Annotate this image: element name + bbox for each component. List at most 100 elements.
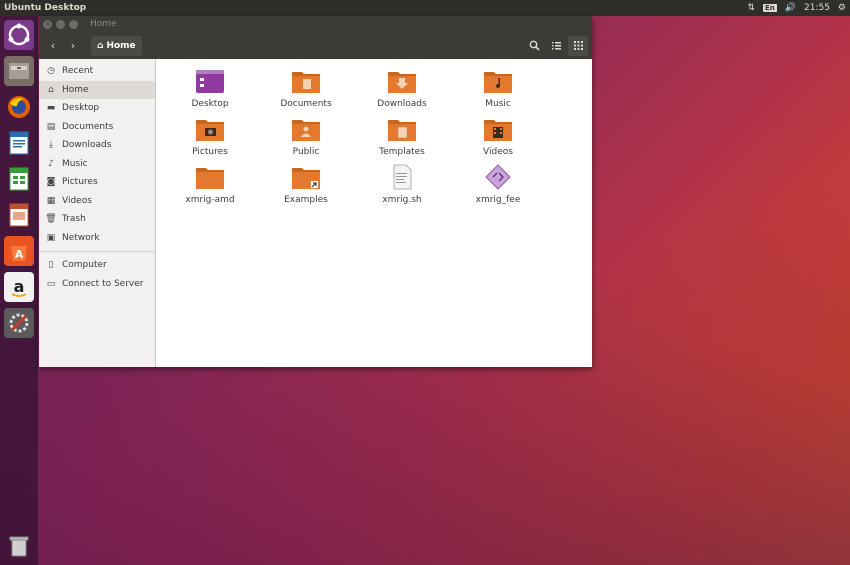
file-label: Downloads (377, 99, 427, 109)
sidebar-item-computer[interactable]: ▯ Computer (39, 256, 155, 275)
file-item-public[interactable]: Public (266, 116, 346, 157)
path-home-button[interactable]: ⌂ Home (91, 35, 142, 56)
document-icon: ▤ (46, 121, 56, 132)
sidebar-item-home[interactable]: ⌂ Home (39, 80, 155, 99)
file-label: Documents (280, 99, 332, 109)
computer-icon: ▯ (48, 260, 54, 271)
file-label: xmrig_fee (475, 195, 521, 205)
camera-icon: ◙ (46, 177, 56, 188)
folder-icon (196, 168, 224, 189)
impress-icon[interactable] (4, 200, 34, 230)
server-icon: ▭ (46, 278, 56, 289)
forward-button[interactable]: › (63, 36, 83, 56)
minimize-icon[interactable] (56, 19, 65, 29)
clock[interactable]: 21:55 (804, 3, 830, 13)
path-label: Home (106, 40, 136, 51)
sidebar-item-music[interactable]: ♪ Music (39, 155, 155, 174)
videos-folder-icon (484, 120, 512, 141)
file-item-xmrig-amd[interactable]: xmrig-amd (170, 164, 250, 205)
amazon-icon[interactable]: a (4, 272, 34, 302)
sidebar-item-pictures[interactable]: ◙ Pictures (39, 173, 155, 192)
sidebar-item-recent[interactable]: ◷ Recent (39, 62, 155, 81)
maximize-icon[interactable] (69, 19, 78, 29)
sidebar-item-label: Recent (62, 66, 94, 77)
close-icon[interactable]: × (43, 19, 52, 29)
top-panel-title: Ubuntu Desktop (4, 3, 87, 13)
file-manager-window: × Home ‹ › ⌂ Home ◷ Recent ⌂ Home ▬ Desktop… (39, 16, 592, 367)
sidebar-separator (39, 251, 155, 252)
file-item-videos[interactable]: Videos (458, 116, 538, 157)
calc-icon[interactable] (4, 164, 34, 194)
video-icon: ▦ (46, 195, 56, 206)
toolbar: ‹ › ⌂ Home (39, 32, 592, 60)
list-view-icon (551, 42, 561, 50)
sidebar-item-label: Trash (62, 214, 86, 225)
file-item-desktop[interactable]: Desktop (170, 68, 250, 109)
sidebar-item-label: Documents (62, 121, 114, 132)
writer-icon[interactable] (4, 128, 34, 158)
home-icon: ⌂ (48, 84, 54, 95)
file-item-music[interactable]: Music (458, 68, 538, 109)
gear-icon[interactable]: ⚙ (838, 3, 846, 13)
sidebar-item-label: Pictures (62, 177, 98, 188)
file-label: Videos (483, 147, 513, 157)
places-sidebar: ◷ Recent ⌂ Home ▬ Desktop ▤ Documents ⤓ Downl… (39, 59, 156, 367)
file-item-templates[interactable]: Templates (362, 116, 442, 157)
file-label: Examples (284, 195, 328, 205)
file-label: Templates (379, 147, 425, 157)
sidebar-item-desktop[interactable]: ▬ Desktop (39, 99, 155, 118)
dash-icon[interactable] (4, 20, 34, 50)
sidebar-item-label: Connect to Server (62, 278, 144, 289)
file-label: Music (485, 99, 511, 109)
search-button[interactable] (524, 36, 544, 56)
list-view-button[interactable] (546, 36, 566, 56)
file-item-downloads[interactable]: Downloads (362, 68, 442, 109)
system-settings-icon[interactable] (4, 308, 34, 338)
keyboard-layout-indicator[interactable]: En (763, 4, 777, 12)
public-folder-icon (292, 120, 320, 141)
file-item-xmrig-fee[interactable]: xmrig_fee (458, 164, 538, 205)
music-folder-icon (484, 72, 512, 93)
sidebar-item-trash[interactable]: 🗑 Trash (39, 210, 155, 229)
sidebar-item-videos[interactable]: ▦ Videos (39, 192, 155, 211)
launcher: A a (0, 16, 38, 565)
back-button[interactable]: ‹ (43, 36, 63, 56)
home-icon: ⌂ (97, 40, 104, 51)
top-panel: Ubuntu Desktop ⇅ En 🔊 21:55 ⚙ (0, 0, 850, 16)
file-item-documents[interactable]: Documents (266, 68, 346, 109)
music-icon: ♪ (48, 158, 54, 169)
sidebar-item-label: Computer (62, 260, 107, 271)
window-title: Home (90, 19, 117, 29)
sidebar-item-downloads[interactable]: ⤓ Downloads (39, 136, 155, 155)
sidebar-item-connect-to-server[interactable]: ▭ Connect to Server (39, 275, 155, 294)
clock-icon: ◷ (47, 66, 55, 77)
file-item-pictures[interactable]: Pictures (170, 116, 250, 157)
files-icon[interactable] (4, 56, 34, 86)
grid-view-button[interactable] (568, 35, 588, 56)
file-item-xmrig-sh[interactable]: xmrig.sh (362, 164, 442, 205)
svg-text:A: A (15, 248, 24, 261)
file-view: Desktop Documents Downloads Music Pictur… (156, 59, 592, 367)
file-label: Public (292, 147, 320, 157)
link-folder-icon (292, 168, 320, 189)
volume-icon[interactable]: 🔊 (785, 3, 796, 13)
download-icon: ⤓ (49, 140, 53, 151)
file-label: Desktop (191, 99, 229, 109)
software-center-icon[interactable]: A (4, 236, 34, 266)
sidebar-item-network[interactable]: ▣ Network (39, 229, 155, 248)
documents-folder-icon (292, 72, 320, 93)
trash-icon[interactable] (4, 531, 34, 561)
indicator-area: ⇅ En 🔊 21:55 ⚙ (747, 3, 850, 13)
sidebar-item-documents[interactable]: ▤ Documents (39, 118, 155, 137)
firefox-icon[interactable] (4, 92, 34, 122)
network-transfer-icon[interactable]: ⇅ (747, 3, 755, 13)
sidebar-item-label: Network (62, 232, 100, 243)
grid-view-icon (573, 41, 583, 50)
file-label: Pictures (192, 147, 228, 157)
file-item-examples[interactable]: Examples (266, 164, 346, 205)
templates-folder-icon (388, 120, 416, 141)
pictures-folder-icon (196, 120, 224, 141)
sidebar-item-label: Home (62, 84, 89, 95)
network-icon: ▣ (46, 232, 56, 243)
trash-icon: 🗑 (45, 214, 57, 225)
